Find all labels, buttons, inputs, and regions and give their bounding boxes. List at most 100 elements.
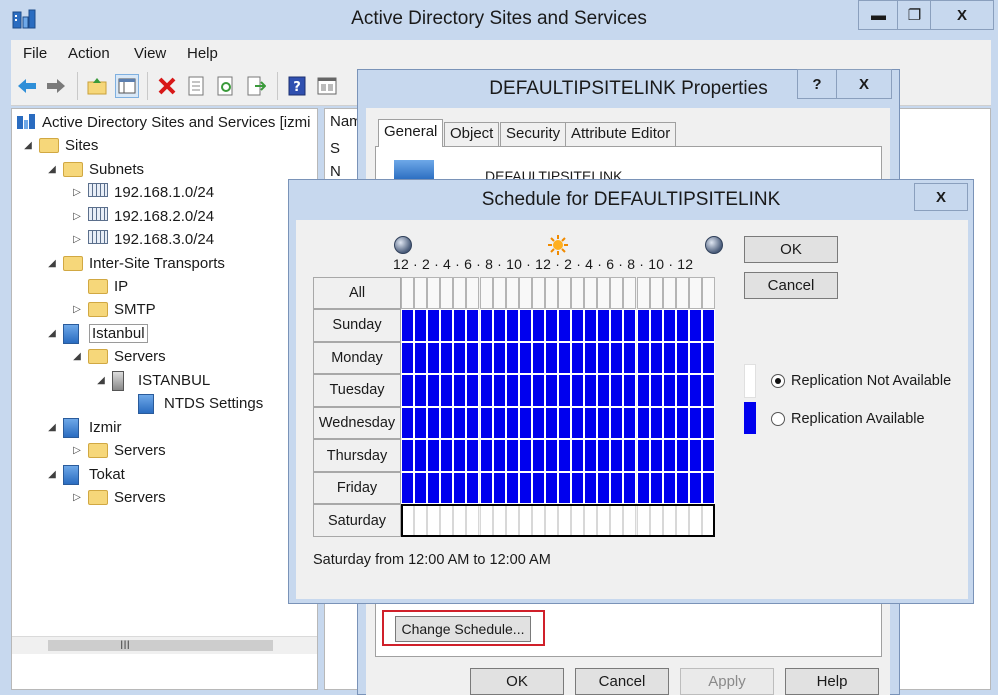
schedule-cell[interactable] bbox=[518, 309, 532, 342]
schedule-cell[interactable] bbox=[518, 439, 532, 472]
forward-icon[interactable] bbox=[44, 74, 68, 98]
schedule-cell[interactable] bbox=[427, 374, 441, 407]
hour-column-header[interactable] bbox=[414, 277, 428, 309]
tree-item-ntds-settings[interactable]: NTDS Settings bbox=[120, 392, 263, 414]
hour-column-header[interactable] bbox=[453, 277, 467, 309]
schedule-cell[interactable] bbox=[636, 406, 650, 440]
schedule-cell[interactable] bbox=[505, 309, 519, 342]
schedule-cell[interactable] bbox=[688, 309, 702, 342]
expanded-arrow-icon[interactable]: ◢ bbox=[45, 422, 59, 433]
schedule-cell[interactable] bbox=[558, 471, 572, 505]
expanded-arrow-icon[interactable]: ◢ bbox=[45, 328, 59, 339]
schedule-cell[interactable] bbox=[558, 406, 572, 440]
schedule-cell[interactable] bbox=[649, 439, 663, 472]
radio-replication-available[interactable]: Replication Available bbox=[771, 411, 925, 427]
schedule-cell[interactable] bbox=[584, 374, 598, 407]
schedule-cell[interactable] bbox=[492, 374, 506, 407]
collapsed-arrow-icon[interactable]: ▷ bbox=[70, 492, 84, 503]
day-row-header-saturday[interactable]: Saturday bbox=[313, 504, 401, 537]
schedule-cell[interactable] bbox=[623, 439, 637, 472]
select-all-button[interactable]: All bbox=[313, 277, 401, 309]
apply-button[interactable]: Apply bbox=[680, 668, 774, 695]
schedule-cell[interactable] bbox=[571, 341, 585, 375]
schedule-cell[interactable] bbox=[427, 406, 441, 440]
schedule-close-button[interactable]: X bbox=[914, 183, 968, 211]
schedule-cell[interactable] bbox=[662, 439, 676, 472]
day-row-header-thursday[interactable]: Thursday bbox=[313, 439, 401, 472]
hour-column-header[interactable] bbox=[649, 277, 663, 309]
day-row-header-sunday[interactable]: Sunday bbox=[313, 309, 401, 342]
schedule-cell[interactable] bbox=[492, 471, 506, 505]
tab-general[interactable]: General bbox=[378, 119, 444, 147]
schedule-cell[interactable] bbox=[675, 406, 689, 440]
schedule-cell[interactable] bbox=[466, 471, 480, 505]
schedule-cell[interactable] bbox=[597, 341, 611, 375]
schedule-cell[interactable] bbox=[505, 374, 519, 407]
schedule-cell[interactable] bbox=[453, 309, 467, 342]
schedule-cell[interactable] bbox=[479, 374, 493, 407]
tab-security[interactable]: Security bbox=[500, 122, 567, 146]
menu-view[interactable]: View bbox=[134, 45, 166, 62]
schedule-cell[interactable] bbox=[662, 471, 676, 505]
help-button[interactable]: Help bbox=[785, 668, 879, 695]
schedule-cell[interactable] bbox=[414, 341, 428, 375]
schedule-cell[interactable] bbox=[558, 309, 572, 342]
collapsed-arrow-icon[interactable]: ▷ bbox=[70, 304, 84, 315]
schedule-cell[interactable] bbox=[584, 406, 598, 440]
tree-item-sites[interactable]: ◢ Sites bbox=[21, 134, 98, 156]
schedule-cell[interactable] bbox=[584, 471, 598, 505]
collapsed-arrow-icon[interactable]: ▷ bbox=[70, 445, 84, 456]
schedule-cell[interactable] bbox=[662, 374, 676, 407]
hour-column-header[interactable] bbox=[584, 277, 598, 309]
menu-action[interactable]: Action bbox=[68, 45, 110, 62]
schedule-cell[interactable] bbox=[518, 471, 532, 505]
radio-replication-not-available[interactable]: Replication Not Available bbox=[771, 373, 951, 389]
menu-help[interactable]: Help bbox=[187, 45, 218, 62]
schedule-cell[interactable] bbox=[440, 471, 454, 505]
tree-item-tokat-servers[interactable]: ▷ Servers bbox=[70, 486, 166, 508]
schedule-cell[interactable] bbox=[427, 439, 441, 472]
schedule-cell[interactable] bbox=[401, 374, 415, 407]
hour-column-header[interactable] bbox=[597, 277, 611, 309]
list-item[interactable]: S bbox=[330, 140, 340, 157]
schedule-cell[interactable] bbox=[571, 406, 585, 440]
schedule-cell[interactable] bbox=[649, 471, 663, 505]
schedule-cell[interactable] bbox=[636, 439, 650, 472]
schedule-cell[interactable] bbox=[688, 471, 702, 505]
ok-button[interactable]: OK bbox=[470, 668, 564, 695]
expanded-arrow-icon[interactable]: ◢ bbox=[94, 375, 108, 386]
schedule-cell[interactable] bbox=[623, 374, 637, 407]
schedule-cell[interactable] bbox=[492, 439, 506, 472]
tree-item-inter-site-transports[interactable]: ◢ Inter-Site Transports bbox=[45, 252, 225, 274]
schedule-cell[interactable] bbox=[558, 374, 572, 407]
tree-item-istanbul-server[interactable]: ◢ ISTANBUL bbox=[94, 369, 210, 391]
schedule-cell[interactable] bbox=[701, 374, 715, 407]
hour-column-header[interactable] bbox=[427, 277, 441, 309]
schedule-cell[interactable] bbox=[401, 439, 415, 472]
schedule-cell[interactable] bbox=[649, 309, 663, 342]
schedule-cell[interactable] bbox=[688, 439, 702, 472]
schedule-cell[interactable] bbox=[492, 406, 506, 440]
tree-item-subnets[interactable]: ◢ Subnets bbox=[45, 158, 144, 180]
schedule-cell[interactable] bbox=[675, 341, 689, 375]
hour-column-header[interactable] bbox=[466, 277, 480, 309]
collapsed-arrow-icon[interactable]: ▷ bbox=[70, 187, 84, 198]
collapsed-arrow-icon[interactable]: ▷ bbox=[70, 211, 84, 222]
schedule-cell[interactable] bbox=[492, 341, 506, 375]
schedule-cell[interactable] bbox=[401, 471, 415, 505]
hour-column-header[interactable] bbox=[675, 277, 689, 309]
schedule-cell[interactable] bbox=[597, 406, 611, 440]
schedule-cell[interactable] bbox=[544, 439, 558, 472]
schedule-cell[interactable] bbox=[427, 471, 441, 505]
tree-item-subnet-1[interactable]: ▷ 192.168.1.0/24 bbox=[70, 181, 214, 203]
schedule-cell[interactable] bbox=[466, 406, 480, 440]
schedule-cell[interactable] bbox=[649, 406, 663, 440]
schedule-cell[interactable] bbox=[571, 309, 585, 342]
show-tree-icon[interactable] bbox=[115, 74, 139, 98]
schedule-grid[interactable] bbox=[401, 309, 715, 537]
schedule-cell[interactable] bbox=[701, 471, 715, 505]
schedule-cell[interactable] bbox=[544, 374, 558, 407]
tree-item-tokat[interactable]: ◢ Tokat bbox=[45, 463, 125, 485]
expanded-arrow-icon[interactable]: ◢ bbox=[45, 258, 59, 269]
schedule-cell[interactable] bbox=[466, 374, 480, 407]
